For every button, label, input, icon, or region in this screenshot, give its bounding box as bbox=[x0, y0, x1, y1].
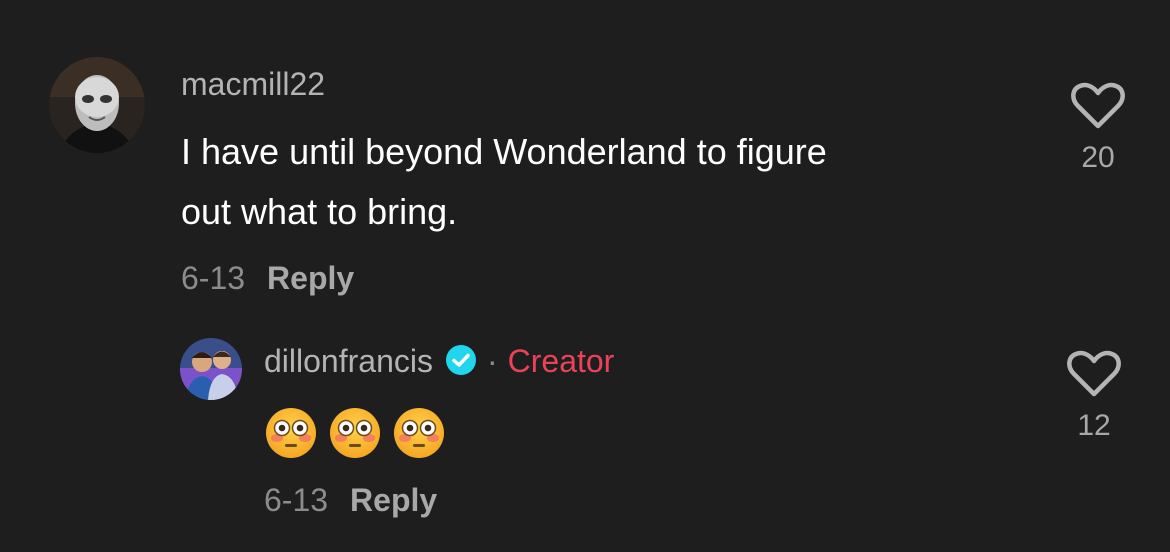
separator-dot: · bbox=[486, 343, 498, 379]
username[interactable]: macmill22 bbox=[181, 66, 325, 103]
heart-icon bbox=[1071, 82, 1125, 129]
like-count: 12 bbox=[1077, 409, 1111, 442]
creator-header: dillonfrancis · Creator bbox=[264, 343, 614, 384]
username[interactable]: dillonfrancis bbox=[264, 343, 433, 379]
like-button[interactable]: 12 bbox=[1059, 350, 1129, 443]
verified-check-icon bbox=[445, 344, 477, 384]
like-button[interactable]: 20 bbox=[1063, 82, 1133, 175]
comment-macmill22: macmill22 I have until beyond Wonderland… bbox=[0, 0, 1170, 310]
comment-date: 6-13 bbox=[181, 260, 246, 296]
comment-text-line: I have until beyond Wonderland to figure bbox=[181, 131, 827, 172]
flushed-face-emoji-icon bbox=[394, 408, 444, 458]
flushed-face-emoji-icon bbox=[266, 408, 316, 458]
flushed-face-emoji-icon bbox=[330, 408, 380, 458]
heart-icon bbox=[1067, 350, 1121, 397]
comment-text: I have until beyond Wonderland to figure… bbox=[181, 122, 1021, 242]
emoji-row bbox=[264, 406, 446, 460]
comment-text-line: out what to bring. bbox=[181, 191, 458, 232]
comment-meta: 6-13 Reply bbox=[181, 260, 354, 297]
avatar[interactable] bbox=[180, 338, 242, 400]
reply-button[interactable]: Reply bbox=[267, 260, 354, 296]
comment-meta: 6-13 Reply bbox=[264, 482, 437, 519]
creator-badge: Creator bbox=[507, 343, 615, 379]
reply-button[interactable]: Reply bbox=[350, 482, 437, 518]
comment-dillonfrancis: dillonfrancis · Creator 6-13 Reply 12 bbox=[0, 310, 1170, 552]
like-count: 20 bbox=[1081, 141, 1115, 174]
avatar[interactable] bbox=[49, 57, 145, 153]
comment-date: 6-13 bbox=[264, 482, 329, 518]
